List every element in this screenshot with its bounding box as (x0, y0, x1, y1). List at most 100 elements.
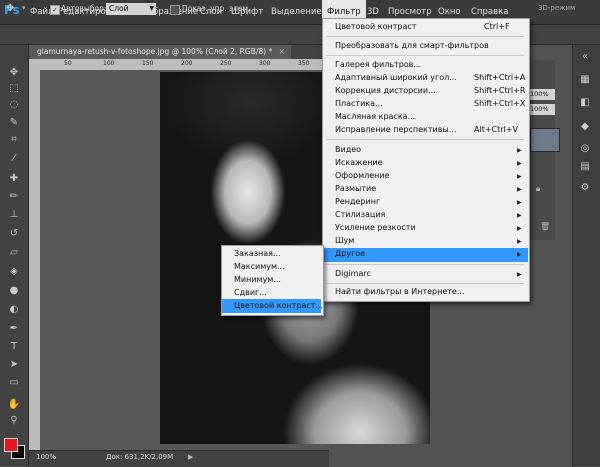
layer-fill-field[interactable]: 100% (528, 104, 555, 115)
menu-item-adaptive-wide-angle[interactable]: Адаптивный широкий угол... (335, 73, 457, 82)
move-tool-icon[interactable]: ✥ (6, 3, 20, 16)
menu-item-shortcut: Shift+Ctrl+R (474, 86, 526, 95)
status-menu-arrow-icon[interactable]: ▶ (188, 453, 193, 461)
move-icon[interactable]: ✥ (4, 66, 24, 80)
menu-item-render[interactable]: Рендеринг (335, 197, 380, 206)
channels-panel-icon[interactable]: ◎ (576, 142, 594, 156)
paths-panel-icon[interactable]: ▤ (576, 160, 594, 174)
blur-icon[interactable]: ● (4, 284, 24, 298)
history-brush-icon[interactable]: ↺ (4, 227, 24, 241)
submenu-arrow-icon: ▶ (517, 173, 522, 180)
menu-item-convert-smart-filters[interactable]: Преобразовать для смарт-фильтров (335, 41, 489, 50)
menu-item-noise[interactable]: Шум (335, 236, 354, 245)
submenu-arrow-icon: ▶ (517, 271, 522, 278)
healing-brush-icon[interactable]: ✚ (4, 172, 24, 186)
autoselect-checkbox[interactable]: ✓ (50, 5, 60, 15)
submenu-item-minimum[interactable]: Минимум... (234, 275, 281, 284)
horizontal-ruler (29, 59, 329, 70)
submenu-arrow-icon: ▶ (517, 225, 522, 232)
menu-item-video[interactable]: Видео (335, 145, 361, 154)
close-icon[interactable]: × (279, 47, 285, 56)
document-info: Док: 631,2K/2,09M (106, 453, 174, 461)
submenu-arrow-icon: ▶ (517, 238, 522, 245)
marquee-icon[interactable]: ⬚ (4, 82, 24, 96)
type-icon[interactable]: T (4, 340, 24, 354)
menu-item-lens-correction[interactable]: Коррекция дисторсии... (335, 86, 436, 95)
menu-item-last-filter[interactable]: Цветовой контраст (335, 22, 416, 31)
ruler-tick-label: 100 (103, 60, 115, 67)
menu-item-pixelate[interactable]: Оформление (335, 171, 390, 180)
menu-item-sharpen[interactable]: Усиление резкости (335, 223, 416, 232)
menu-separator (326, 36, 524, 37)
lock-icon[interactable]: 🔒︎ (536, 184, 540, 194)
menu-select[interactable]: Выделение (266, 0, 327, 24)
menu-item-blur[interactable]: Размытие (335, 184, 376, 193)
menu-separator (326, 283, 524, 284)
chevron-down-icon: ▼ (149, 5, 154, 12)
submenu-arrow-icon: ▶ (517, 147, 522, 154)
ruler-tick-label: 350 (298, 60, 310, 67)
show-transform-controls-label: Показ. упр. элем. (182, 4, 251, 13)
lasso-icon[interactable]: ◌ (4, 98, 24, 112)
autoselect-label: Автовыбор: (61, 4, 107, 13)
submenu-arrow-icon: ▶ (517, 199, 522, 206)
dodge-icon[interactable]: ◐ (4, 303, 24, 317)
document-tab[interactable]: glamurnaya-retush-v-fotoshope.jpg @ 100%… (29, 45, 291, 59)
menu-item-stylize[interactable]: Стилизация (335, 210, 385, 219)
menu-item-other[interactable]: Другое (335, 249, 365, 258)
menu-separator (326, 264, 524, 265)
zoom-level[interactable]: 100% (36, 453, 56, 461)
collapse-panels-icon[interactable]: « (576, 50, 594, 64)
layers-panel-icon[interactable]: ◆ (576, 120, 594, 134)
shape-icon[interactable]: ▭ (4, 376, 24, 390)
foreground-color-swatch[interactable] (4, 438, 18, 452)
submenu-item-maximum[interactable]: Максимум... (234, 262, 285, 271)
eyedropper-icon[interactable]: ⁄ (4, 152, 24, 166)
menu-item-browse-filters-online[interactable]: Найти фильтры в Интернете... (335, 287, 464, 296)
adjustments-panel-icon[interactable]: ⚙ (576, 181, 594, 195)
submenu-arrow-icon: ▶ (517, 251, 522, 258)
menu-item-digimarc[interactable]: Digimarc (335, 269, 371, 278)
menu-item-shortcut: Ctrl+F (484, 22, 510, 31)
menu-item-shortcut: Alt+Ctrl+V (474, 125, 518, 134)
menu-item-distort[interactable]: Искажение (335, 158, 383, 167)
menu-item-filter-gallery[interactable]: Галерея фильтров... (335, 60, 421, 69)
paint-bucket-icon[interactable]: ◈ (4, 265, 24, 279)
clone-stamp-icon[interactable]: ⊥ (4, 208, 24, 222)
quick-select-icon[interactable]: ✎ (4, 116, 24, 130)
ruler-tick-label: 250 (220, 60, 232, 67)
color-panel-icon[interactable]: ◧ (576, 96, 594, 110)
status-bar (29, 450, 329, 467)
trash-icon[interactable]: 🗑︎ (540, 222, 550, 231)
menu-separator (326, 55, 524, 56)
crop-icon[interactable]: ⌗ (4, 133, 24, 147)
layer-thumbnail[interactable] (530, 128, 560, 152)
submenu-item-offset[interactable]: Сдвиг... (234, 288, 267, 297)
submenu-arrow-icon: ▶ (517, 212, 522, 219)
submenu-item-custom[interactable]: Заказная... (234, 249, 281, 258)
3d-mode-label: 3D-режим (538, 4, 576, 12)
path-select-icon[interactable]: ➤ (4, 358, 24, 372)
tool-preset-dropdown-icon[interactable]: ▾ (22, 4, 26, 12)
show-transform-controls-checkbox[interactable] (170, 5, 180, 15)
hand-icon[interactable]: ✋ (4, 398, 24, 412)
brush-icon[interactable]: ✏ (4, 190, 24, 204)
zoom-icon[interactable]: ⚲ (4, 414, 24, 428)
menu-item-shortcut: Shift+Ctrl+A (474, 73, 526, 82)
submenu-item-high-pass[interactable]: Цветовой контраст... (234, 301, 323, 310)
menu-item-vanishing-point[interactable]: Исправление перспективы... (335, 125, 456, 134)
menu-item-oil-paint[interactable]: Масляная краска... (335, 112, 415, 121)
autoselect-target-select[interactable]: Слой ▼ (106, 3, 156, 15)
layer-opacity-field[interactable]: 100% (528, 89, 555, 100)
document-tab-title: glamurnaya-retush-v-fotoshope.jpg @ 100%… (37, 47, 273, 56)
menu-item-liquify[interactable]: Пластика... (335, 99, 383, 108)
pen-icon[interactable]: ✒ (4, 322, 24, 336)
history-panel-icon[interactable]: ▦ (576, 73, 594, 87)
ruler-tick-label: 150 (142, 60, 154, 67)
submenu-arrow-icon: ▶ (517, 186, 522, 193)
eraser-icon[interactable]: ▱ (4, 246, 24, 260)
vertical-ruler (29, 70, 40, 450)
menu-separator (326, 139, 524, 140)
autoselect-target-value: Слой (109, 4, 129, 13)
ruler-tick-label: 300 (259, 60, 271, 67)
